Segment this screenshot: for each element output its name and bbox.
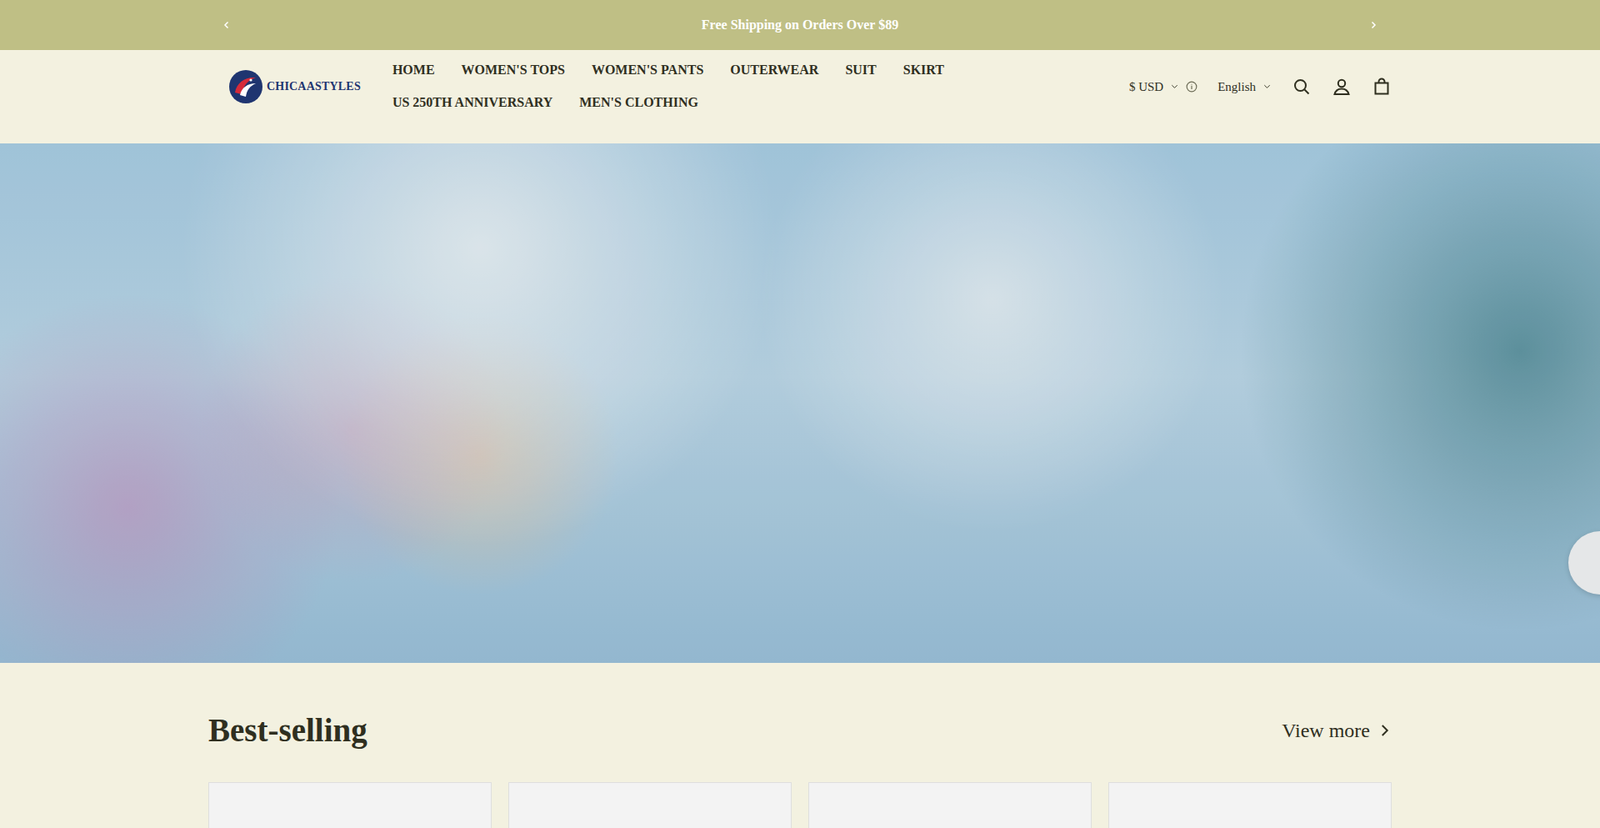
section-title: Best-selling [208, 710, 368, 750]
user-icon [1331, 76, 1352, 97]
view-more-text: View more [1281, 715, 1370, 745]
header-controls: $ USD English [1129, 76, 1392, 97]
product-card[interactable] [208, 781, 492, 828]
hero-banner[interactable] [0, 143, 1600, 663]
currency-selector[interactable]: $ USD [1129, 77, 1180, 97]
chevron-down-icon [1170, 81, 1180, 91]
product-card[interactable] [808, 781, 1092, 828]
previous-button[interactable] [221, 20, 232, 30]
view-more-link[interactable]: View more [1281, 715, 1392, 745]
main-nav: HOME WOMEN'S TOPS WOMEN'S PANTS OUTERWEAR SU… [392, 61, 976, 112]
nav-item[interactable]: OUTERWEAR [730, 61, 819, 80]
announcement-text: Free Shipping on Orders Over $89 [701, 15, 899, 35]
chevron-right-icon [1376, 722, 1392, 738]
section-header: Best-selling View more [208, 710, 1392, 750]
site-header: CHICAASTYLES HOME WOMEN'S TOPS WOMEN'S PANT… [0, 50, 1600, 144]
nav-item[interactable]: SKIRT [903, 61, 945, 80]
language-label: English [1217, 77, 1256, 97]
language-selector[interactable]: English [1217, 77, 1272, 97]
nav-item[interactable]: MEN'S CLOTHING [579, 94, 699, 112]
account-button[interactable] [1331, 76, 1352, 97]
product-grid [208, 781, 1392, 828]
nav-item[interactable]: US 250TH ANNIVERSARY [392, 94, 553, 112]
product-card[interactable] [1108, 781, 1392, 828]
next-button[interactable] [1368, 20, 1379, 30]
nav-item[interactable]: WOMEN'S PANTS [591, 61, 704, 80]
chevron-left-icon [221, 20, 232, 30]
info-icon [1185, 80, 1198, 93]
nav-item[interactable]: HOME [392, 61, 435, 80]
cart-button[interactable] [1371, 76, 1392, 97]
chevron-down-icon [1262, 81, 1272, 91]
currency-label: $ USD [1129, 77, 1164, 97]
logo[interactable]: CHICAASTYLES [228, 69, 361, 105]
announcement-bar: Free Shipping on Orders Over $89 [0, 0, 1600, 50]
nav-item[interactable]: WOMEN'S TOPS [461, 61, 565, 80]
nav-item[interactable]: SUIT [845, 61, 876, 80]
chevron-right-icon [1368, 20, 1379, 30]
best-selling-section: Best-selling View more [0, 662, 1600, 828]
logo-text: CHICAASTYLES [266, 77, 361, 95]
bag-icon [1371, 76, 1392, 97]
search-icon [1291, 76, 1312, 97]
search-button[interactable] [1291, 76, 1312, 97]
product-card[interactable] [508, 781, 792, 828]
eagle-logo-icon [228, 69, 264, 105]
chat-button[interactable] [1568, 530, 1600, 595]
